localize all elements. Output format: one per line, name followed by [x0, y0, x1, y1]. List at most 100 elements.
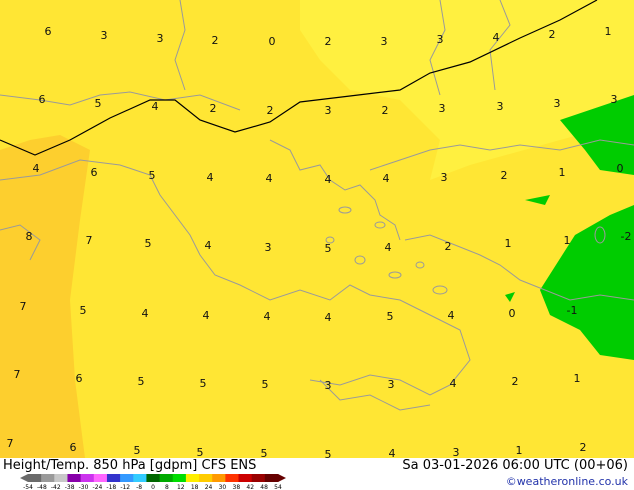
temperature-label: 5: [200, 377, 207, 390]
scale-tick-label: -8: [136, 484, 142, 490]
scale-swatch: [133, 474, 147, 482]
temperature-label: 4: [152, 100, 159, 113]
temperature-label: 4: [385, 241, 392, 254]
temperature-label: 2: [382, 104, 389, 117]
scale-swatch: [172, 474, 187, 482]
scale-tick-label: 48: [260, 484, 268, 490]
scale-tick-label: 42: [246, 484, 254, 490]
temperature-label: 3: [157, 32, 164, 45]
temperature-label: 4: [205, 239, 212, 252]
temperature-label: 0: [617, 162, 624, 175]
temperature-label: 4: [142, 307, 149, 320]
temperature-label: 7: [14, 368, 21, 381]
temperature-label: 6: [39, 93, 46, 106]
temperature-label: 4: [264, 310, 271, 323]
temperature-label: 4: [448, 309, 455, 322]
temperature-label: 5: [262, 378, 269, 391]
temperature-label: 6: [76, 372, 83, 385]
temperature-label: 5: [197, 446, 204, 458]
temperature-label: 4: [450, 377, 457, 390]
temperature-label: 4: [383, 172, 390, 185]
temperature-label: 5: [80, 304, 87, 317]
scale-tick-label: 0: [151, 484, 155, 490]
scale-tick-label: -54: [23, 484, 33, 490]
scale-swatch: [238, 474, 253, 482]
scale-tick-label: -30: [79, 484, 89, 490]
temperature-label: 3: [611, 93, 618, 106]
temperature-label: 1: [559, 166, 566, 179]
temperature-label: 5: [325, 448, 332, 458]
temperature-label: 2: [501, 169, 508, 182]
temperature-label: 2: [210, 102, 217, 115]
temperature-label: 5: [134, 444, 141, 457]
scale-swatch: [106, 474, 121, 482]
temperature-label: 5: [261, 447, 268, 458]
scale-tick-label: -12: [120, 484, 130, 490]
temperature-label: -2: [621, 230, 632, 243]
temperature-label: 1: [605, 25, 612, 38]
temperature-label: 3: [265, 241, 272, 254]
temperature-label: 7: [20, 300, 27, 313]
temperature-label: 5: [138, 375, 145, 388]
temperature-label: 1: [516, 444, 523, 457]
scale-swatch: [146, 474, 161, 482]
scale-swatch: [120, 474, 134, 482]
temperature-label: 2: [580, 441, 587, 454]
color-scale: -54 -48 -42 -38 -30 -24 -18 -12 -8 0 8 12 18 24 30 38 42…: [20, 474, 286, 490]
temperature-label: 2: [512, 375, 519, 388]
scale-tick-label: 24: [205, 484, 213, 490]
scale-tick-label: 12: [177, 484, 185, 490]
temperature-label: 2: [325, 35, 332, 48]
temperature-label: 3: [388, 378, 395, 391]
temperature-label: 0: [269, 35, 276, 48]
scale-swatch: [264, 474, 279, 482]
temperature-label: 3: [453, 446, 460, 458]
credit-link[interactable]: ©weatheronline.co.uk: [506, 475, 628, 488]
temperature-label: 1: [505, 237, 512, 250]
scale-tick-label: -18: [106, 484, 116, 490]
scale-tick-label: -38: [65, 484, 75, 490]
color-scale-bar: [20, 474, 286, 482]
temperature-label: 4: [33, 162, 40, 175]
scale-swatch: [212, 474, 226, 482]
temperature-label: 6: [70, 441, 77, 454]
scale-tick-label: -24: [93, 484, 103, 490]
scale-swatch: [185, 474, 200, 482]
temperature-label: 5: [325, 242, 332, 255]
weather-map-page: 6332023342165422323333465444432108754354…: [0, 0, 634, 490]
temperature-label: 3: [101, 29, 108, 42]
scale-tick-label: 18: [191, 484, 199, 490]
temperature-label: -1: [567, 304, 578, 317]
temperature-label: 2: [212, 34, 219, 47]
scale-swatch: [199, 474, 213, 482]
temperature-label: 3: [325, 104, 332, 117]
temperature-label: 4: [207, 171, 214, 184]
scale-tick-label: -48: [37, 484, 47, 490]
scale-tick-label: 30: [219, 484, 227, 490]
scale-swatch: [54, 474, 68, 482]
temperature-label: 5: [145, 237, 152, 250]
scale-swatch: [41, 474, 55, 482]
temperature-label: 2: [445, 240, 452, 253]
color-scale-ticks: -54 -48 -42 -38 -30 -24 -18 -12 -8 0 8 12 18 24 30 38 42…: [23, 484, 282, 490]
temperature-label: 1: [564, 234, 571, 247]
scale-tick-label: -42: [51, 484, 61, 490]
temperature-label: 4: [266, 172, 273, 185]
temperature-label: 4: [203, 309, 210, 322]
temperature-label: 4: [325, 173, 332, 186]
temperature-label: 7: [86, 234, 93, 247]
temperature-label: 3: [554, 97, 561, 110]
scale-tick-label: 8: [165, 484, 169, 490]
temperature-label: 4: [389, 447, 396, 458]
scale-tick-label: 38: [233, 484, 241, 490]
scale-swatch: [225, 474, 240, 482]
temperature-label: 3: [439, 102, 446, 115]
temperature-label: 8: [26, 230, 33, 243]
temperature-map: 6 3 3 2 0 2 3 3 4 2 1 6 5 4 2 2 3 2 3 3 3 3 4 6 5 4 4 4 4 3 2 1 0 8 7 5 4 3 5 4…: [0, 0, 634, 458]
temperature-label: 3: [437, 33, 444, 46]
temperature-label: 5: [95, 97, 102, 110]
temperature-label: 0: [509, 307, 516, 320]
scale-left-arrow: [20, 474, 28, 482]
temperature-label: 3: [441, 171, 448, 184]
temperature-label: 3: [381, 35, 388, 48]
